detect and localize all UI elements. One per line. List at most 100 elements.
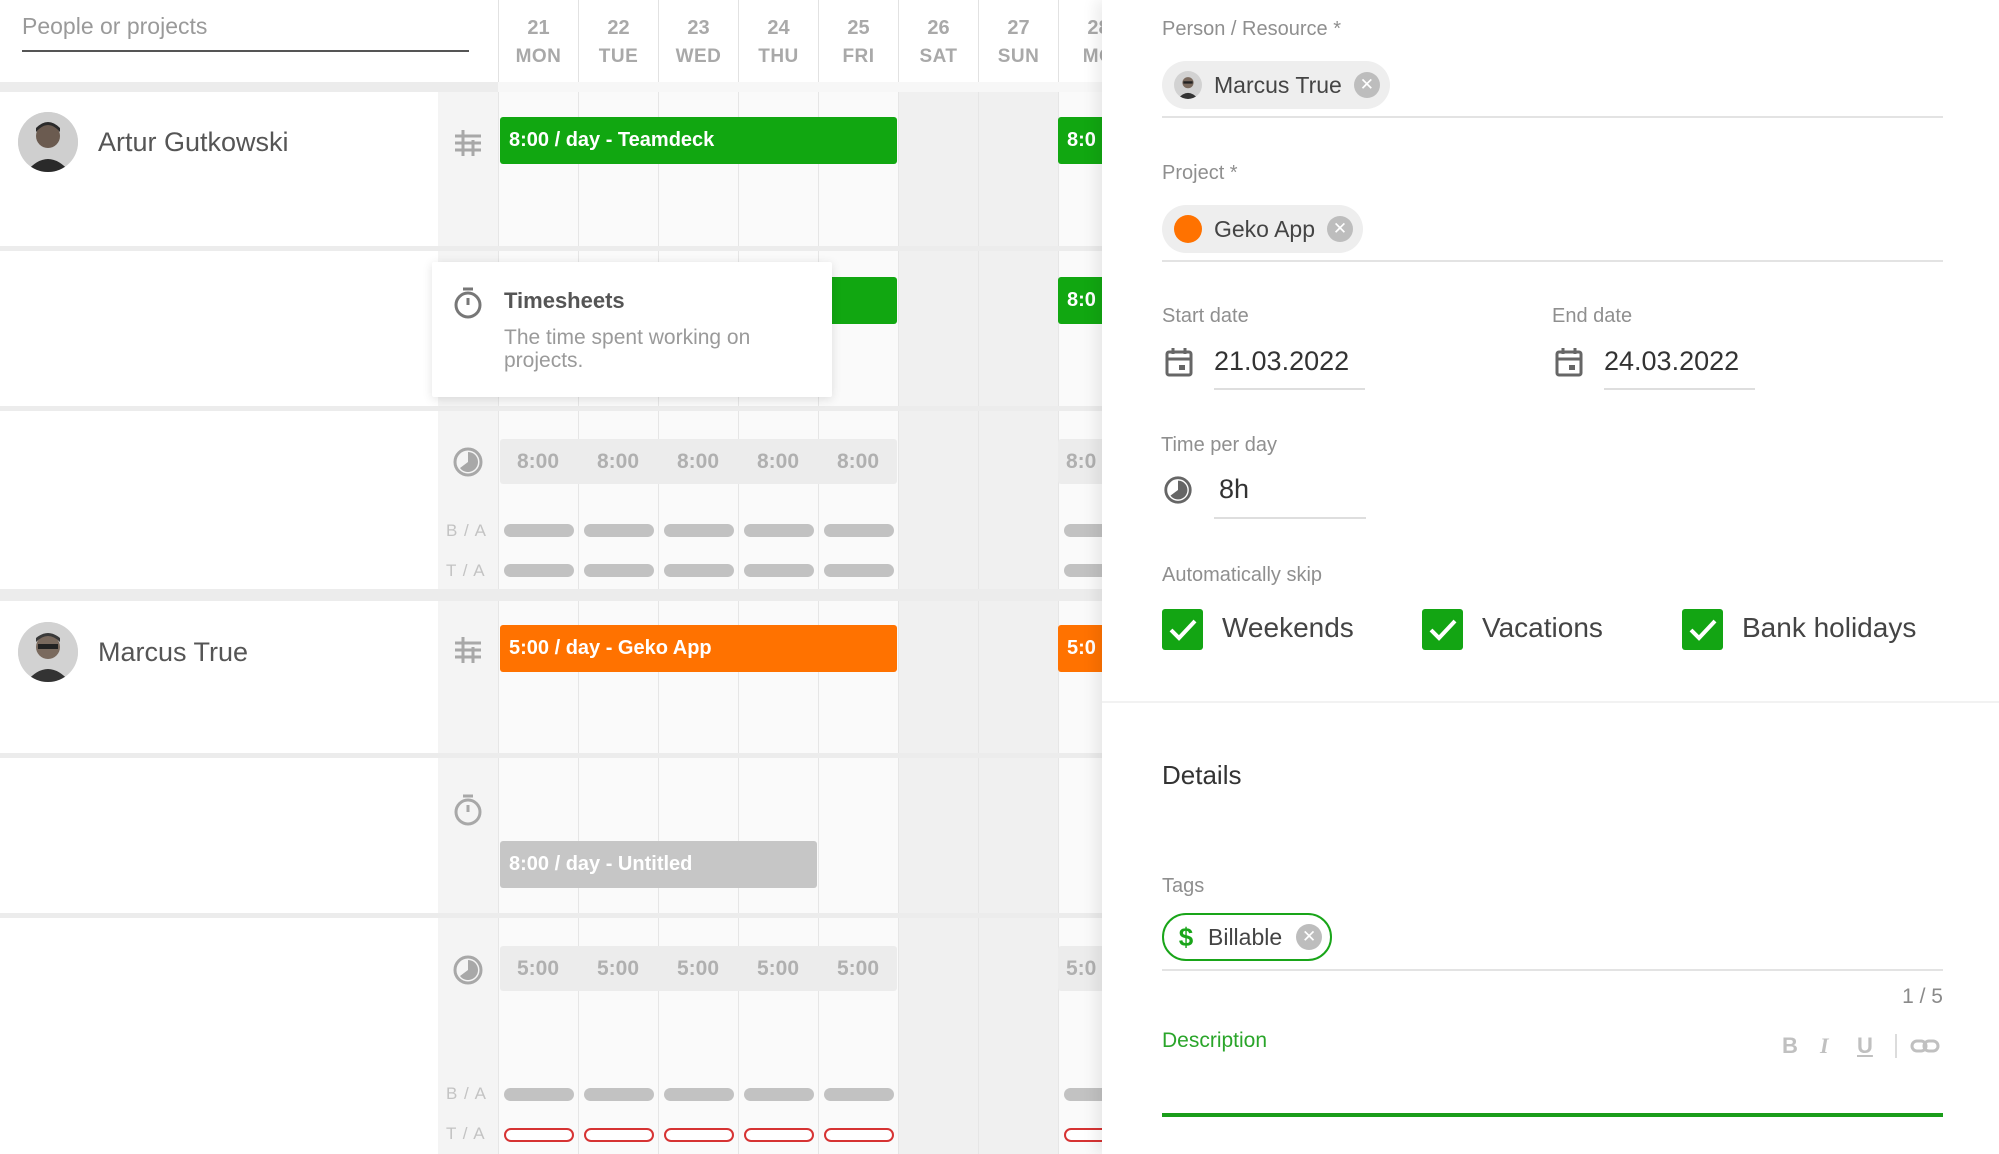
day-header: 26 SAT — [898, 0, 978, 82]
capacity-hours: 8:00 — [676, 450, 720, 473]
grid-column-mon[interactable] — [498, 92, 578, 1154]
vacations-label[interactable]: Vacations — [1482, 612, 1603, 644]
timesheet-bar-untitled[interactable]: 8:00 / day - Untitled — [500, 841, 817, 888]
grid-column-fri[interactable] — [818, 92, 898, 1154]
billable-tag-chip[interactable]: $ Billable ✕ — [1162, 913, 1333, 961]
day-weekday: TUE — [598, 46, 639, 67]
remove-person-icon[interactable]: ✕ — [1353, 72, 1380, 98]
grid-column-thu[interactable] — [738, 92, 818, 1154]
time-clock-icon — [1162, 474, 1194, 506]
day-number: 21 — [527, 17, 550, 39]
tags-field-underline — [1162, 969, 1943, 971]
scheduler: 21 MON 22 TUE 23 WED 24 THU 25 FRI 26 SAT 27 SU… — [0, 0, 1102, 1154]
day-header: 22 TUE — [578, 0, 658, 82]
day-header: 25 FRI — [818, 0, 898, 82]
ba-indicator — [584, 1088, 654, 1101]
ta-indicator — [744, 564, 814, 577]
weekends-checkbox[interactable] — [1162, 609, 1203, 650]
header-divider — [0, 82, 498, 92]
ba-indicator — [584, 524, 654, 537]
day-weekday: FRI — [842, 46, 875, 67]
ta-indicator — [1064, 564, 1102, 577]
grid-column-wed[interactable] — [658, 92, 738, 1154]
capacity-clock-icon — [451, 953, 485, 987]
capacity-hours: 5:00 — [676, 957, 720, 980]
stopwatch-icon — [452, 286, 484, 320]
day-weekday: WED — [675, 46, 722, 67]
capacity-hours: 8:00 — [836, 450, 880, 473]
timesheet-bar-next-week[interactable]: 8:0 — [1058, 277, 1102, 324]
row-divider — [0, 406, 1102, 411]
day-header: 24 THU — [738, 0, 818, 82]
capacity-hours: 5:00 — [756, 957, 800, 980]
capacity-hours: 5:00 — [516, 957, 560, 980]
end-date-value[interactable]: 24.03.2022 — [1604, 346, 1739, 377]
allocation-bar-teamdeck[interactable]: 8:00 / day - Teamdeck — [500, 117, 897, 164]
end-date-underline — [1604, 388, 1755, 390]
project-field-underline — [1162, 260, 1943, 262]
person-row-marcus[interactable]: Marcus True — [18, 622, 248, 682]
underline-button[interactable]: U — [1857, 1033, 1873, 1059]
project-chip[interactable]: Geko App ✕ — [1162, 205, 1364, 253]
ta-indicator-over — [824, 1128, 894, 1142]
ta-indicator — [584, 564, 654, 577]
ta-indicator-over — [744, 1128, 814, 1142]
search-field[interactable] — [22, 0, 469, 52]
day-number: 22 — [607, 17, 630, 39]
day-weekday: SUN — [997, 46, 1040, 67]
person-row-artur[interactable]: Artur Gutkowski — [18, 112, 289, 172]
ta-label: T / A — [446, 1124, 486, 1143]
grid-column-sun[interactable] — [978, 92, 1058, 1154]
bold-button[interactable]: B — [1782, 1033, 1798, 1059]
capacity-hours: 8:00 — [516, 450, 560, 473]
link-icon[interactable] — [1910, 1036, 1940, 1056]
row-divider — [0, 753, 1102, 758]
bank-holidays-checkbox[interactable] — [1682, 609, 1723, 650]
ta-indicator-over — [504, 1128, 574, 1142]
day-number: 25 — [847, 17, 870, 39]
capacity-hours: 5:0 — [1066, 957, 1097, 980]
ba-indicator — [504, 524, 574, 537]
ba-indicator — [504, 1088, 574, 1101]
ta-indicator-over — [1064, 1128, 1102, 1142]
ba-label: B / A — [446, 1084, 487, 1103]
grid-column-sat[interactable] — [898, 92, 978, 1154]
allocation-bar-geko-app[interactable]: 5:00 / day - Geko App — [500, 625, 897, 672]
allocation-bar-next-week[interactable]: 5:0 — [1058, 625, 1102, 672]
weekends-label[interactable]: Weekends — [1222, 612, 1354, 644]
day-weekday: THU — [758, 46, 799, 67]
start-date-value[interactable]: 21.03.2022 — [1214, 346, 1349, 377]
bank-holidays-label[interactable]: Bank holidays — [1742, 612, 1916, 644]
description-input-underline[interactable] — [1162, 1113, 1943, 1117]
italic-button[interactable]: I — [1820, 1033, 1829, 1059]
remove-project-icon[interactable]: ✕ — [1327, 216, 1354, 242]
capacity-hours: 8:00 — [756, 450, 800, 473]
ba-indicator — [664, 1088, 734, 1101]
row-divider — [0, 246, 1102, 251]
vacations-checkbox[interactable] — [1422, 609, 1463, 650]
ba-indicator — [824, 524, 894, 537]
remove-tag-icon[interactable]: ✕ — [1296, 924, 1323, 950]
allocation-icon — [451, 126, 485, 160]
tags-counter: 1 / 5 — [1902, 985, 1943, 1008]
day-header: 23 WED — [658, 0, 738, 82]
day-header: 27 SUN — [978, 0, 1058, 82]
allocation-bar-next-week[interactable]: 8:0 — [1058, 117, 1102, 164]
person-chip[interactable]: Marcus True ✕ — [1162, 61, 1390, 109]
capacity-hours: 8:0 — [1066, 450, 1097, 473]
time-per-day-value[interactable]: 8h — [1219, 474, 1249, 505]
avatar — [18, 112, 78, 172]
allocation-icon — [451, 633, 485, 667]
person-name: Artur Gutkowski — [98, 126, 289, 157]
search-input[interactable] — [22, 0, 469, 48]
tag-label: Billable — [1208, 923, 1283, 950]
grid-column-mon-next[interactable] — [1058, 92, 1102, 1154]
day-number: 23 — [687, 17, 710, 39]
toolbar-divider — [1895, 1034, 1897, 1058]
tags-label: Tags — [1162, 875, 1205, 897]
grid-column-tue[interactable] — [578, 92, 658, 1154]
time-per-day-label: Time per day — [1161, 434, 1277, 456]
end-date-label: End date — [1552, 305, 1633, 327]
calendar-icon[interactable] — [1164, 346, 1194, 378]
calendar-icon[interactable] — [1554, 346, 1584, 378]
